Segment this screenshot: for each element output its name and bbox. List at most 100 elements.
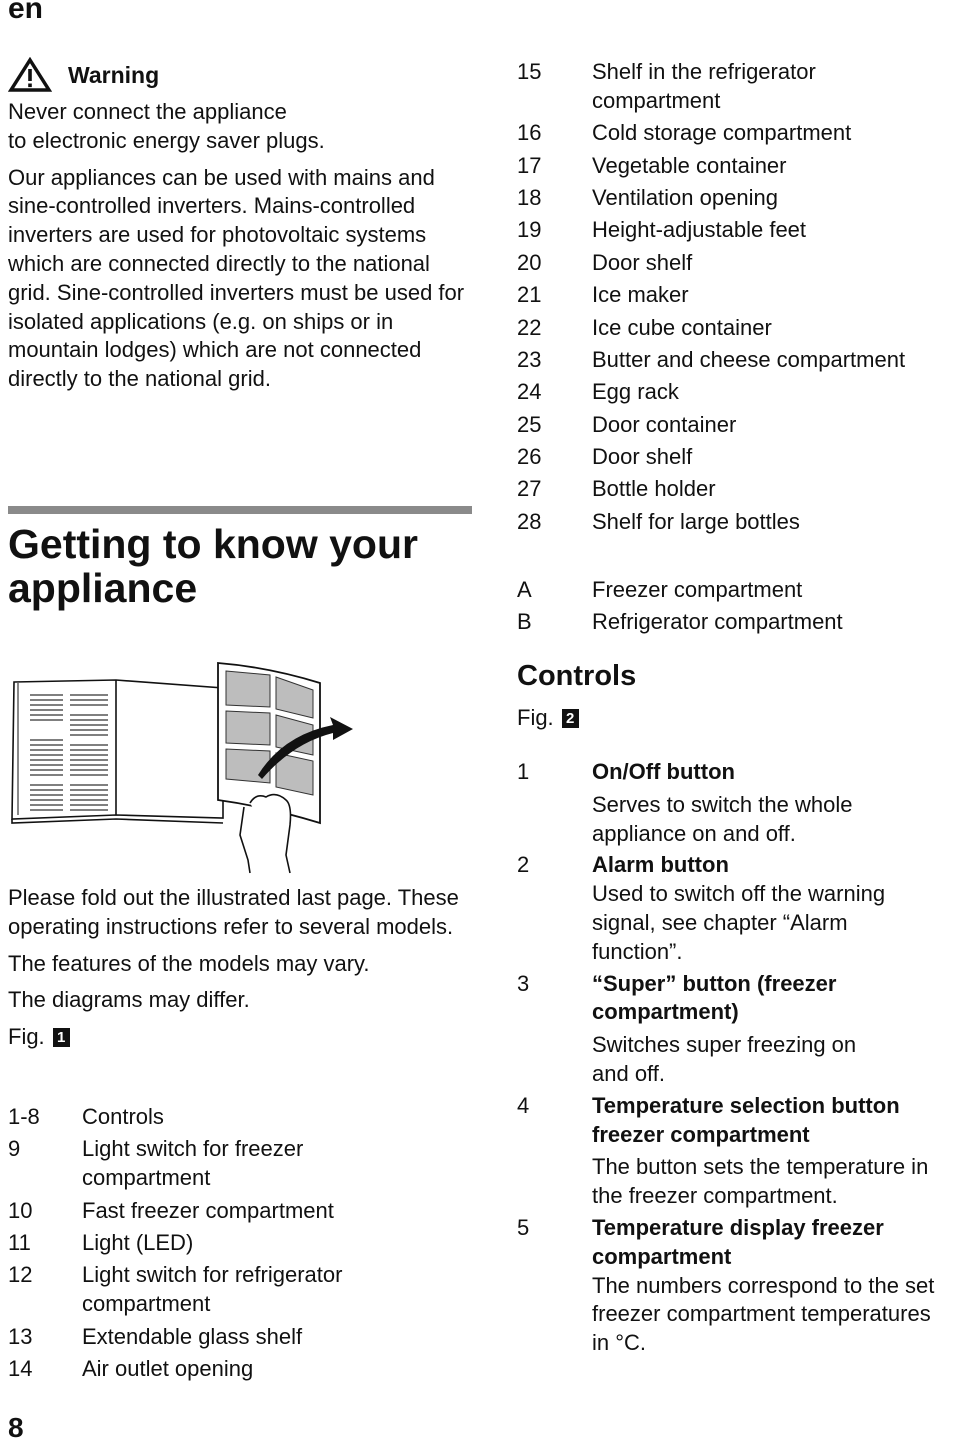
item-label: Egg rack xyxy=(592,379,679,405)
intro-paragraph: Please fold out the illustrated last pag… xyxy=(8,885,459,939)
item-number: 28 xyxy=(517,508,542,534)
warning-block: Warning Never connect the appliance to e… xyxy=(8,57,478,402)
warning-paragraph: Our appliances can be used with mains an… xyxy=(8,164,465,392)
item-number: 27 xyxy=(517,476,542,502)
section-divider xyxy=(8,506,472,514)
item-label: Height-adjustable feet xyxy=(592,217,807,243)
item-label: Cold storage compartment xyxy=(592,120,852,146)
list-item: 22 Ice cube container xyxy=(517,314,960,343)
item-number: 23 xyxy=(517,346,542,372)
controls-heading: Controls xyxy=(517,660,637,692)
item-label: Fast freezer compartment xyxy=(82,1197,334,1223)
item-number: 5 xyxy=(517,1214,530,1240)
item-number: 17 xyxy=(517,152,542,178)
list-item: 20 Door shelf xyxy=(517,249,960,278)
list-item: 13 Extendable glass shelf xyxy=(8,1323,478,1352)
item-number: 11 xyxy=(8,1229,31,1255)
figure-reference: Fig. 1 xyxy=(8,1023,478,1052)
item-number: 22 xyxy=(517,314,542,340)
item-number: 18 xyxy=(517,184,542,210)
item-label: Refrigerator compartment xyxy=(592,609,843,635)
item-label: Ice cube container xyxy=(592,314,772,340)
control-item: 3 “Super” button (freezer compartment) S… xyxy=(517,970,960,1089)
item-number: 12 xyxy=(8,1262,33,1288)
warning-heading: Warning xyxy=(8,57,478,92)
control-item: 4 Temperature selection button freezer c… xyxy=(517,1092,960,1211)
item-label: Controls xyxy=(82,1104,164,1129)
component-list-left: 1-8 Controls 9 Light switch for freezer co… xyxy=(8,1103,478,1387)
list-item: 14 Air outlet opening xyxy=(8,1355,478,1384)
item-number: 3 xyxy=(517,970,530,996)
list-item: 1-8 Controls xyxy=(8,1103,478,1132)
control-description: Used to switch off the warning signal, s… xyxy=(592,881,886,964)
figure-number-badge: 2 xyxy=(561,709,579,728)
control-description: Serves to switch the whole appliance on … xyxy=(592,791,853,846)
item-label: Air outlet opening xyxy=(82,1355,254,1381)
item-number: 1-8 xyxy=(8,1104,40,1129)
item-label: Shelf in the refrigerator compartment xyxy=(592,59,816,113)
list-item: 26 Door shelf xyxy=(517,443,960,472)
list-item: 16 Cold storage compartment xyxy=(517,119,960,148)
list-item: 15 Shelf in the refrigerator compartment xyxy=(517,58,960,116)
fig-label: Fig. xyxy=(517,705,554,730)
intro-text: Please fold out the illustrated last pag… xyxy=(8,884,478,1060)
item-label: Ventilation opening xyxy=(592,184,778,210)
item-label: Light (LED) xyxy=(82,1229,194,1255)
figure-number-badge: 1 xyxy=(52,1028,70,1048)
item-number: 15 xyxy=(517,59,542,84)
list-item: 23 Butter and cheese compartment xyxy=(517,346,960,375)
control-description: The button sets the temperature in the f… xyxy=(592,1154,929,1209)
hand-drawing xyxy=(239,793,292,874)
item-label: Light switch for freezer compartment xyxy=(82,1136,304,1191)
item-label: Ice maker xyxy=(592,282,689,308)
list-item: 27 Bottle holder xyxy=(517,475,960,504)
list-item: 12 Light switch for refrigerator compartm… xyxy=(8,1261,478,1319)
list-item: 19 Height-adjustable feet xyxy=(517,216,960,245)
item-number: 25 xyxy=(517,411,542,437)
item-number: 1 xyxy=(517,759,530,784)
page-number: 8 xyxy=(8,1412,24,1443)
item-label: Vegetable container xyxy=(592,152,787,178)
item-number: 16 xyxy=(517,120,542,146)
item-label: Door shelf xyxy=(592,249,693,275)
list-item: 9 Light switch for freezer compartment xyxy=(8,1135,478,1193)
list-item: 11 Light (LED) xyxy=(8,1229,478,1258)
control-title: Temperature selection button freezer com… xyxy=(592,1092,900,1147)
fold-out-manual-illustration xyxy=(11,662,353,874)
item-label: Butter and cheese compartment xyxy=(592,346,906,372)
item-label: Door shelf xyxy=(592,444,693,470)
list-item: 21 Ice maker xyxy=(517,281,960,310)
control-title: On/Off button xyxy=(592,759,735,784)
control-title: Temperature display freezer compartment xyxy=(592,1214,884,1269)
list-item: 28 Shelf for large bottles xyxy=(517,508,960,537)
item-number: 19 xyxy=(517,217,542,243)
section-title: Getting to know your appliance xyxy=(8,521,418,611)
list-item: 18 Ventilation opening xyxy=(517,184,960,213)
item-label: Light switch for refrigerator compartmen… xyxy=(82,1262,343,1317)
control-description: Switches super freezing on and off. xyxy=(592,1032,857,1086)
list-item: A Freezer compartment xyxy=(517,576,960,605)
item-label: Bottle holder xyxy=(592,476,716,502)
compartment-list: A Freezer compartment B Refrigerator compa… xyxy=(517,576,960,641)
list-item: 10 Fast freezer compartment xyxy=(8,1197,478,1226)
item-label: Freezer compartment xyxy=(592,577,803,602)
warning-triangle-icon xyxy=(8,57,52,92)
control-item: 1 On/Off button Serves to switch the who… xyxy=(517,758,960,848)
open-book-drawing xyxy=(11,679,224,824)
control-item: 2 Alarm button Used to switch off the wa… xyxy=(517,851,960,966)
item-letter: A xyxy=(517,577,532,602)
item-number: 2 xyxy=(517,852,530,878)
item-number: 26 xyxy=(517,444,542,470)
list-item: 24 Egg rack xyxy=(517,378,960,407)
item-number: 24 xyxy=(517,379,542,405)
control-title: “Super” button (freezer compartment) xyxy=(592,970,837,1025)
figure-reference: Fig. 2 xyxy=(517,705,579,731)
warning-paragraph: Never connect the appliance to electroni… xyxy=(8,99,325,153)
item-number: 10 xyxy=(8,1197,33,1223)
item-number: 13 xyxy=(8,1323,33,1349)
fig-label: Fig. xyxy=(8,1024,45,1050)
item-number: 4 xyxy=(517,1092,530,1118)
item-label: Door container xyxy=(592,411,737,437)
item-label: Extendable glass shelf xyxy=(82,1323,303,1349)
intro-paragraph: The features of the models may vary. xyxy=(8,950,370,976)
